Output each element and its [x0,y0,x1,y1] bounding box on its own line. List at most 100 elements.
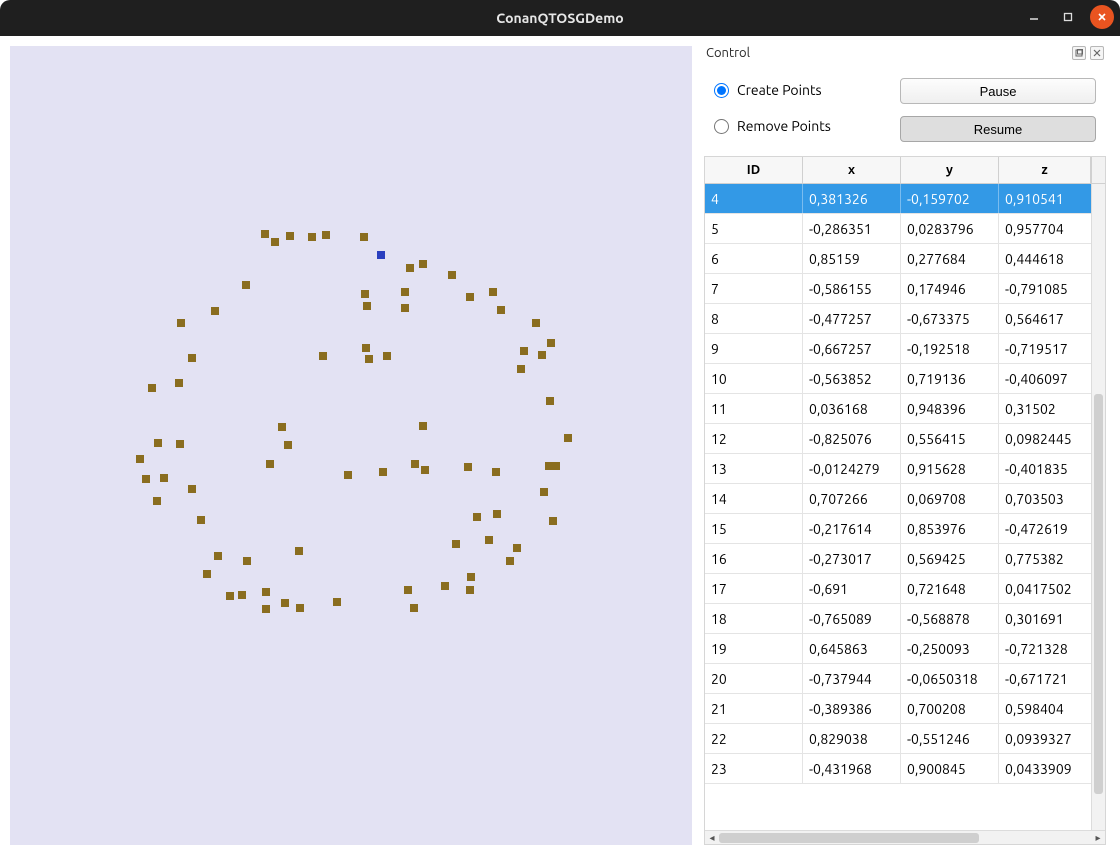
table-row[interactable]: 21-0,3893860,7002080,598404 [705,694,1091,724]
horizontal-scrollbar-thumb[interactable] [719,833,979,843]
cell-x[interactable]: -0,273017 [803,544,901,573]
pause-button[interactable]: Pause [900,78,1096,104]
cell-id[interactable]: 11 [705,394,803,423]
cell-x[interactable]: 0,85159 [803,244,901,273]
cell-x[interactable]: 0,645863 [803,634,901,663]
cell-x[interactable]: 0,829038 [803,724,901,753]
table-row[interactable]: 12-0,8250760,5564150,0982445 [705,424,1091,454]
remove-points-radio[interactable]: Remove Points [714,118,900,134]
cell-id[interactable]: 14 [705,484,803,513]
scene-point[interactable] [538,351,546,359]
table-row[interactable]: 110,0361680,9483960,31502 [705,394,1091,424]
cell-id[interactable]: 21 [705,694,803,723]
scene-point[interactable] [308,233,316,241]
scene-point[interactable] [175,379,183,387]
scene-point[interactable] [419,260,427,268]
cell-id[interactable]: 6 [705,244,803,273]
cell-id[interactable]: 16 [705,544,803,573]
cell-x[interactable]: -0,286351 [803,214,901,243]
cell-z[interactable]: 0,564617 [999,304,1091,333]
cell-y[interactable]: 0,0283796 [901,214,999,243]
cell-z[interactable]: 0,444618 [999,244,1091,273]
cell-y[interactable]: -0,159702 [901,184,999,213]
cell-id[interactable]: 20 [705,664,803,693]
scene-point[interactable] [333,598,341,606]
table-header-z[interactable]: z [999,157,1091,183]
scene-point[interactable] [295,547,303,555]
cell-x[interactable]: -0,586155 [803,274,901,303]
scene-point[interactable] [448,271,456,279]
cell-x[interactable]: 0,381326 [803,184,901,213]
cell-z[interactable]: -0,406097 [999,364,1091,393]
cell-z[interactable]: 0,703503 [999,484,1091,513]
scene-point[interactable] [467,573,475,581]
scroll-right-arrow[interactable]: ▸ [1091,831,1105,845]
scene-point[interactable] [154,439,162,447]
scene-point[interactable] [473,513,481,521]
cell-x[interactable]: -0,563852 [803,364,901,393]
cell-y[interactable]: 0,556415 [901,424,999,453]
scene-point[interactable] [286,232,294,240]
cell-z[interactable]: 0,301691 [999,604,1091,633]
scene-point[interactable] [136,455,144,463]
cell-z[interactable]: -0,791085 [999,274,1091,303]
close-button[interactable] [1090,5,1114,29]
vertical-scrollbar-thumb[interactable] [1094,394,1103,794]
selected-point[interactable] [377,251,385,259]
cell-y[interactable]: -0,192518 [901,334,999,363]
scene-point[interactable] [261,230,269,238]
cell-id[interactable]: 18 [705,604,803,633]
scene-point[interactable] [421,466,429,474]
cell-x[interactable]: -0,667257 [803,334,901,363]
cell-y[interactable]: -0,673375 [901,304,999,333]
scene-point[interactable] [142,475,150,483]
horizontal-scrollbar-track[interactable] [719,833,1091,843]
scene-point[interactable] [296,604,304,612]
scene-point[interactable] [238,591,246,599]
cell-id[interactable]: 19 [705,634,803,663]
scene-point[interactable] [148,384,156,392]
cell-z[interactable]: -0,472619 [999,514,1091,543]
scene-point[interactable] [466,586,474,594]
horizontal-scrollbar[interactable]: ◂ ▸ [705,830,1105,844]
scene-point[interactable] [411,460,419,468]
scene-point[interactable] [266,460,274,468]
resume-button[interactable]: Resume [900,116,1096,142]
scene-point[interactable] [547,339,555,347]
cell-id[interactable]: 17 [705,574,803,603]
cell-x[interactable]: -0,0124279 [803,454,901,483]
scene-point[interactable] [401,304,409,312]
cell-y[interactable]: 0,569425 [901,544,999,573]
scene-point[interactable] [214,552,222,560]
cell-z[interactable]: -0,671721 [999,664,1091,693]
scene-point[interactable] [564,434,572,442]
scene-point[interactable] [452,540,460,548]
cell-y[interactable]: 0,277684 [901,244,999,273]
cell-z[interactable]: 0,910541 [999,184,1091,213]
scene-point[interactable] [552,462,560,470]
cell-z[interactable]: 0,598404 [999,694,1091,723]
cell-id[interactable]: 9 [705,334,803,363]
table-row[interactable]: 5-0,2863510,02837960,957704 [705,214,1091,244]
cell-id[interactable]: 8 [705,304,803,333]
cell-y[interactable]: -0,0650318 [901,664,999,693]
scene-point[interactable] [176,440,184,448]
cell-id[interactable]: 23 [705,754,803,783]
cell-x[interactable]: -0,825076 [803,424,901,453]
cell-z[interactable]: -0,401835 [999,454,1091,483]
scene-point[interactable] [284,441,292,449]
scene-point[interactable] [517,365,525,373]
scene-point[interactable] [406,264,414,272]
cell-z[interactable]: -0,719517 [999,334,1091,363]
scene-point[interactable] [211,307,219,315]
cell-z[interactable]: 0,0939327 [999,724,1091,753]
cell-id[interactable]: 10 [705,364,803,393]
table-row[interactable]: 8-0,477257-0,6733750,564617 [705,304,1091,334]
table-row[interactable]: 23-0,4319680,9008450,0433909 [705,754,1091,784]
scene-point[interactable] [360,233,368,241]
scene-point[interactable] [242,281,250,289]
table-row[interactable]: 17-0,6910,7216480,0417502 [705,574,1091,604]
scene-point[interactable] [492,468,500,476]
table-row[interactable]: 10-0,5638520,719136-0,406097 [705,364,1091,394]
table-row[interactable]: 16-0,2730170,5694250,775382 [705,544,1091,574]
